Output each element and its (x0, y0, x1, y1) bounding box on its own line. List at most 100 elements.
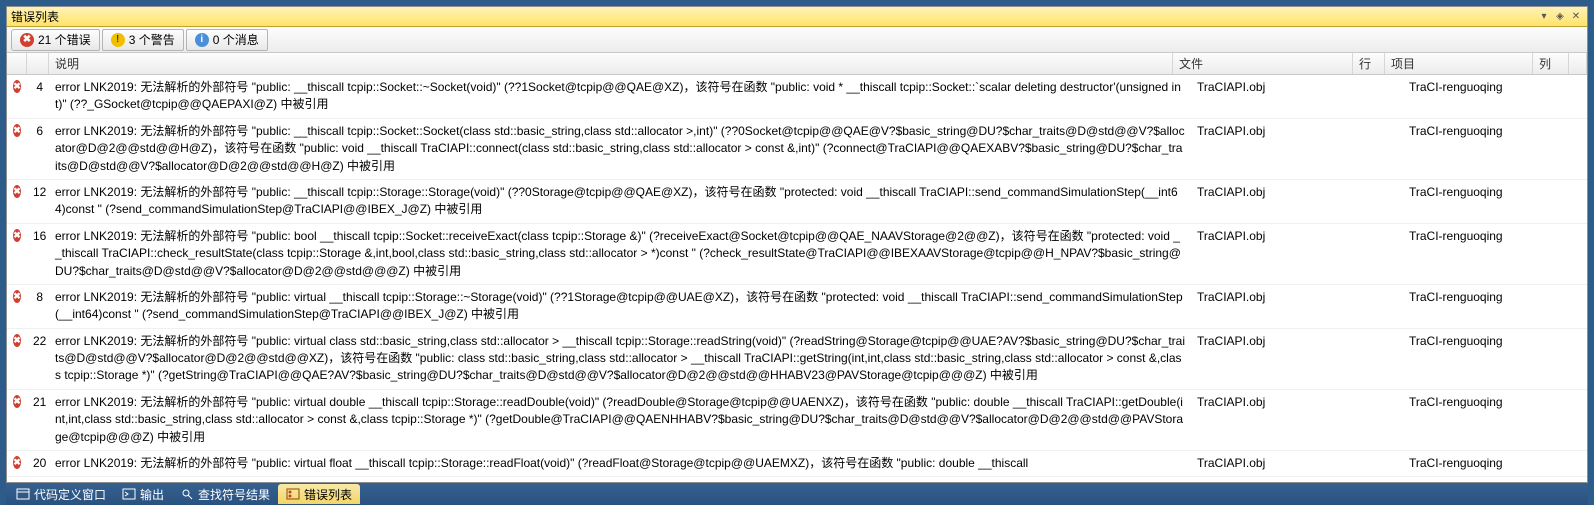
header-line-col[interactable]: 行 (1353, 53, 1385, 74)
row-error-icon: ✖ (13, 334, 21, 347)
grid-header: 说明 文件 行 项目 列 (7, 53, 1587, 75)
header-column-col[interactable]: 列 (1533, 53, 1569, 74)
row-description: error LNK2019: 无法解析的外部符号 "public: virtua… (49, 392, 1191, 448)
row-line (1371, 182, 1403, 186)
table-row[interactable]: ✖ 16error LNK2019: 无法解析的外部符号 "public: boo… (7, 224, 1587, 285)
row-description: error LNK2019: 无法解析的外部符号 "public: __this… (49, 77, 1191, 116)
grid-body[interactable]: ✖4error LNK2019: 无法解析的外部符号 "public: __th… (7, 75, 1587, 482)
row-file: TraCIAPI.obj (1191, 182, 1371, 201)
row-project: TraCI-renguoqing (1403, 331, 1551, 350)
messages-filter-button[interactable]: i 0 个消息 (186, 29, 268, 51)
header-icon-col[interactable] (7, 53, 27, 74)
row-file: TraCIAPI.obj (1191, 77, 1371, 96)
row-line (1371, 121, 1403, 125)
info-icon: i (195, 33, 209, 47)
row-project: TraCI-renguoqing (1403, 287, 1551, 306)
row-column (1551, 392, 1587, 396)
row-description: error LNK2019: 无法解析的外部符号 "public: virtua… (49, 287, 1191, 326)
filter-bar: ✖ 21 个错误 ! 3 个警告 i 0 个消息 (7, 27, 1587, 53)
row-line (1371, 331, 1403, 335)
row-error-icon: ✖ (13, 229, 21, 242)
row-column (1551, 226, 1587, 230)
row-description: error LNK2019: 无法解析的外部符号 "public: __this… (49, 121, 1191, 177)
table-row[interactable]: ✖ 12error LNK2019: 无法解析的外部符号 "public: __t… (7, 180, 1587, 224)
row-project: TraCI-renguoqing (1403, 77, 1551, 96)
row-project: TraCI-renguoqing (1403, 453, 1551, 472)
row-description: error LNK2019: 无法解析的外部符号 "public: virtua… (49, 331, 1191, 387)
error-icon: ✖ (20, 33, 34, 47)
table-row[interactable]: ✖ 22error LNK2019: 无法解析的外部符号 "public: vir… (7, 329, 1587, 390)
warnings-count-label: 3 个警告 (129, 31, 175, 48)
tab-label: 查找符号结果 (198, 486, 270, 503)
row-column (1551, 182, 1587, 186)
messages-count-label: 0 个消息 (213, 31, 259, 48)
row-file: TraCIAPI.obj (1191, 287, 1371, 306)
panel-title: 错误列表 (11, 8, 1537, 25)
table-row[interactable]: ✖ 4error LNK2019: 无法解析的外部符号 "public: __th… (7, 75, 1587, 119)
row-number: 12 (27, 182, 49, 201)
row-number: 16 (27, 226, 49, 245)
table-row[interactable]: ✖ 8error LNK2019: 无法解析的外部符号 "public: virt… (7, 285, 1587, 329)
table-row[interactable]: ✖ 20error LNK2019: 无法解析的外部符号 "public: vir… (7, 451, 1587, 477)
row-line (1371, 77, 1403, 81)
errors-filter-button[interactable]: ✖ 21 个错误 (11, 29, 100, 51)
panel-pin-icon[interactable]: ◈ (1553, 10, 1567, 24)
row-line (1371, 453, 1403, 457)
output-icon (122, 488, 136, 500)
row-project: TraCI-renguoqing (1403, 182, 1551, 201)
code-definition-icon (16, 488, 30, 500)
row-project: TraCI-renguoqing (1403, 392, 1551, 411)
row-number: 6 (27, 121, 49, 140)
tab-label: 错误列表 (304, 486, 352, 503)
tab-code-definition[interactable]: 代码定义窗口 (8, 484, 114, 504)
row-file: TraCIAPI.obj (1191, 121, 1371, 140)
row-error-icon: ✖ (13, 185, 21, 198)
row-column (1551, 287, 1587, 291)
row-number: 20 (27, 453, 49, 472)
row-number: 8 (27, 287, 49, 306)
row-file: TraCIAPI.obj (1191, 392, 1371, 411)
header-file-col[interactable]: 文件 (1173, 53, 1353, 74)
row-file: TraCIAPI.obj (1191, 331, 1371, 350)
warning-icon: ! (111, 33, 125, 47)
row-error-icon: ✖ (13, 80, 21, 93)
error-grid: 说明 文件 行 项目 列 ✖4error LNK2019: 无法解析的外部符号 … (7, 53, 1587, 482)
header-desc-col[interactable]: 说明 (49, 53, 1173, 74)
row-number: 21 (27, 392, 49, 411)
tab-error-list[interactable]: 错误列表 (278, 484, 360, 504)
row-file: TraCIAPI.obj (1191, 226, 1371, 245)
row-project: TraCI-renguoqing (1403, 121, 1551, 140)
table-row[interactable]: ✖ 21error LNK2019: 无法解析的外部符号 "public: vir… (7, 390, 1587, 451)
bottom-tab-strip: 代码定义窗口 输出 查找符号结果 错误列表 (6, 483, 1588, 505)
row-project: TraCI-renguoqing (1403, 226, 1551, 245)
row-number: 22 (27, 331, 49, 350)
header-num-col[interactable] (27, 53, 49, 74)
row-error-icon: ✖ (13, 290, 21, 303)
row-column (1551, 77, 1587, 81)
row-column (1551, 331, 1587, 335)
row-description: error LNK2019: 无法解析的外部符号 "public: __this… (49, 182, 1191, 221)
panel-title-controls: ▾ ◈ ✕ (1537, 10, 1583, 24)
error-list-panel: 错误列表 ▾ ◈ ✕ ✖ 21 个错误 ! 3 个警告 i 0 个消息 说明 文… (6, 6, 1588, 483)
row-number: 4 (27, 77, 49, 96)
row-error-icon: ✖ (13, 456, 21, 469)
find-symbol-icon (180, 488, 194, 500)
tab-label: 代码定义窗口 (34, 486, 106, 503)
row-column (1551, 121, 1587, 125)
header-scroll-spacer (1569, 53, 1587, 74)
panel-dropdown-icon[interactable]: ▾ (1537, 10, 1551, 24)
row-line (1371, 287, 1403, 291)
panel-close-icon[interactable]: ✕ (1569, 10, 1583, 24)
panel-title-bar: 错误列表 ▾ ◈ ✕ (7, 7, 1587, 27)
row-line (1371, 226, 1403, 230)
row-error-icon: ✖ (13, 124, 21, 137)
tab-output[interactable]: 输出 (114, 484, 172, 504)
row-description: error LNK2019: 无法解析的外部符号 "public: virtua… (49, 453, 1191, 474)
tab-find-symbol[interactable]: 查找符号结果 (172, 484, 278, 504)
header-project-col[interactable]: 项目 (1385, 53, 1533, 74)
warnings-filter-button[interactable]: ! 3 个警告 (102, 29, 184, 51)
row-description: error LNK2019: 无法解析的外部符号 "public: bool _… (49, 226, 1191, 282)
errors-count-label: 21 个错误 (38, 31, 91, 48)
table-row[interactable]: ✖ 6error LNK2019: 无法解析的外部符号 "public: __th… (7, 119, 1587, 180)
row-error-icon: ✖ (13, 395, 21, 408)
